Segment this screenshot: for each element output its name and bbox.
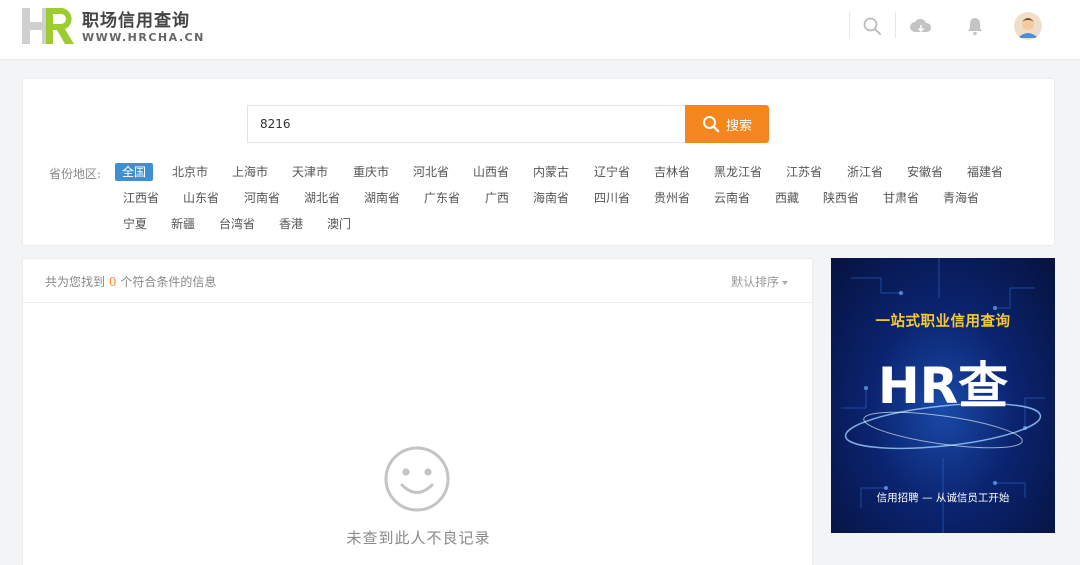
region-item[interactable]: 全国	[115, 163, 154, 181]
region-item[interactable]: 宁夏	[116, 215, 154, 233]
region-item[interactable]: 重庆市	[346, 163, 396, 181]
search-button[interactable]: 搜索	[685, 105, 769, 143]
region-item[interactable]: 湖南省	[357, 189, 407, 207]
region-item[interactable]: 海南省	[526, 189, 576, 207]
sort-label: 默认排序	[730, 275, 779, 289]
results-count: 共为您找到 0 个符合条件的信息	[45, 273, 216, 290]
results-header: 共为您找到 0 个符合条件的信息 默认排序	[23, 259, 812, 303]
region-item[interactable]: 广东省	[417, 189, 467, 207]
ad-tagline: 信用招聘 — 从诚信员工开始	[876, 492, 1010, 504]
region-item[interactable]: 上海市	[225, 163, 275, 181]
region-item[interactable]: 福建省	[960, 163, 1010, 181]
region-item[interactable]: 安徽省	[900, 163, 950, 181]
top-header: 职场信用查询 WWW.HRCHA.CN	[0, 0, 1080, 60]
search-icon	[702, 116, 720, 133]
region-item[interactable]: 江苏省	[779, 163, 829, 181]
smiley-icon	[384, 446, 450, 512]
region-item[interactable]: 内蒙古	[526, 163, 576, 181]
results-panel: 共为您找到 0 个符合条件的信息 默认排序 未查到此人不良记录	[22, 258, 813, 565]
ad-banner[interactable]: 一站式职业信用查询 HR查 信用招聘 — 从诚信员工开始	[831, 258, 1055, 533]
region-item[interactable]: 黑龙江省	[707, 163, 769, 181]
ad-slogan: 一站式职业信用查询	[875, 314, 1011, 330]
region-item[interactable]: 贵州省	[647, 189, 697, 207]
region-item[interactable]: 新疆	[164, 215, 202, 233]
region-item[interactable]: 青海省	[936, 189, 986, 207]
region-item[interactable]: 甘肃省	[876, 189, 926, 207]
brand-url: WWW.HRCHA.CN	[82, 31, 205, 44]
region-item[interactable]: 西藏	[768, 189, 806, 207]
region-item[interactable]: 台湾省	[212, 215, 262, 233]
brand-name: 职场信用查询	[82, 11, 190, 31]
header-divider	[895, 12, 896, 38]
bell-icon[interactable]	[961, 12, 989, 40]
region-item[interactable]: 天津市	[285, 163, 335, 181]
region-item[interactable]: 香港	[272, 215, 310, 233]
search-icon[interactable]	[858, 12, 886, 40]
cloud-icon[interactable]	[907, 12, 935, 40]
empty-message: 未查到此人不良记录	[346, 529, 491, 547]
region-item[interactable]: 山东省	[176, 189, 226, 207]
region-label: 省份地区:	[49, 167, 102, 181]
region-item[interactable]: 吉林省	[647, 163, 697, 181]
ad-logo: HR查	[877, 357, 1009, 415]
results-count-number: 0	[108, 275, 117, 289]
region-item[interactable]: 河北省	[406, 163, 456, 181]
region-item[interactable]: 四川省	[587, 189, 637, 207]
region-item[interactable]: 云南省	[707, 189, 757, 207]
region-item[interactable]: 山西省	[466, 163, 516, 181]
header-divider	[849, 12, 850, 38]
results-count-prefix: 共为您找到	[45, 275, 106, 289]
region-item[interactable]: 澳门	[320, 215, 358, 233]
region-item[interactable]: 江西省	[116, 189, 166, 207]
region-item[interactable]: 广西	[478, 189, 516, 207]
search-panel: 搜索 省份地区: 全国 北京市 上海市 天津市 重庆市 河北省 山西省 内蒙古 …	[22, 78, 1055, 246]
region-item[interactable]: 浙江省	[840, 163, 890, 181]
avatar[interactable]	[1014, 12, 1042, 40]
region-item[interactable]: 陕西省	[816, 189, 866, 207]
search-button-label: 搜索	[725, 118, 752, 134]
region-item[interactable]: 湖北省	[297, 189, 347, 207]
results-count-suffix: 个符合条件的信息	[120, 275, 217, 289]
region-item[interactable]: 河南省	[237, 189, 287, 207]
region-item[interactable]: 北京市	[165, 163, 215, 181]
region-item[interactable]: 辽宁省	[587, 163, 637, 181]
search-input[interactable]	[247, 105, 685, 143]
hr-logo[interactable]	[20, 4, 76, 46]
caret-down-icon	[782, 280, 788, 285]
sort-dropdown[interactable]: 默认排序	[731, 273, 788, 290]
